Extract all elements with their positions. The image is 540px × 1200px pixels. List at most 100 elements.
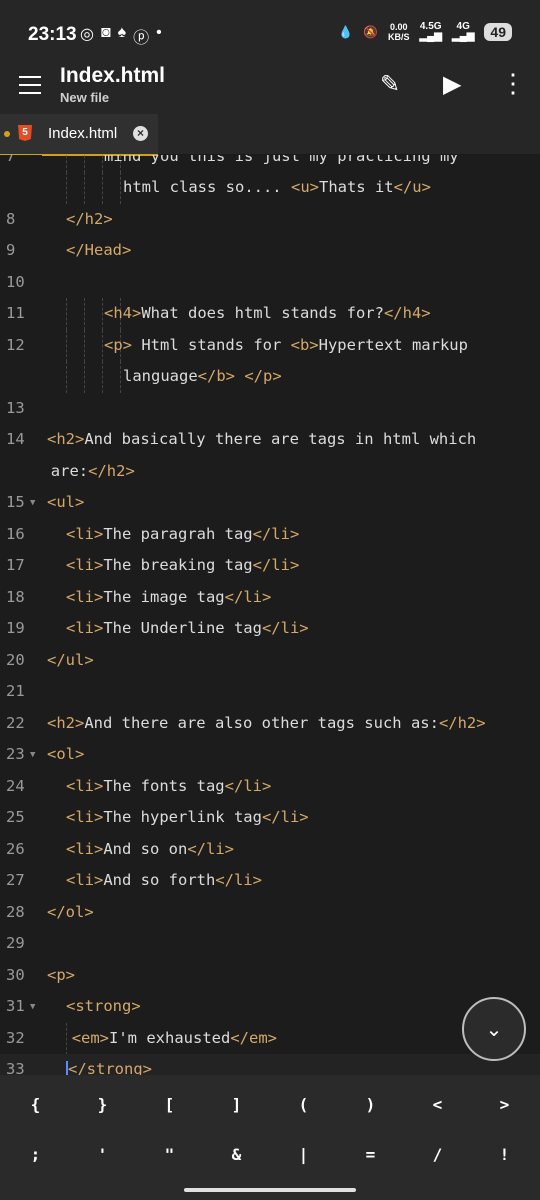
- code-text: are:</h2>: [50, 462, 135, 480]
- code-line[interactable]: 8 </h2>: [0, 204, 540, 236]
- code-line[interactable]: 27 <li>And so forth</li>: [0, 865, 540, 897]
- code-line[interactable]: 19 <li>The Underline tag</li>: [0, 613, 540, 645]
- symbol-key[interactable]: ;: [2, 1145, 69, 1164]
- line-number: 14: [6, 430, 25, 448]
- menu-icon[interactable]: [19, 76, 41, 100]
- code-line[interactable]: 14 <h2>And basically there are tags in ht…: [0, 424, 540, 456]
- line-number: 9: [6, 241, 16, 259]
- run-icon[interactable]: ▶: [443, 70, 461, 99]
- code-line[interactable]: 28 </ol>: [0, 897, 540, 929]
- fold-arrow-icon[interactable]: ▼: [30, 1002, 35, 1012]
- code-line[interactable]: 25 <li>The hyperlink tag</li>: [0, 802, 540, 834]
- line-number: 12: [6, 336, 25, 354]
- code-line[interactable]: 33 </strong>: [0, 1054, 540, 1075]
- tab-label: Index.html: [48, 125, 118, 142]
- line-number: 15: [6, 493, 25, 511]
- symbol-key[interactable]: <: [404, 1095, 471, 1114]
- file-subtitle: New file: [60, 90, 110, 105]
- home-indicator[interactable]: [184, 1188, 356, 1192]
- whatsapp-icon: ◎: [80, 26, 94, 43]
- symbol-key[interactable]: /: [404, 1145, 471, 1164]
- indent-guide: [66, 172, 68, 204]
- code-text: mind you this is just my practicing my: [104, 155, 459, 165]
- code-text: <li>And so forth</li>: [66, 871, 262, 889]
- code-line[interactable]: 23 ▼ <ol>: [0, 739, 540, 771]
- close-tab-icon[interactable]: ×: [133, 126, 148, 141]
- code-line[interactable]: 18 <li>The image tag</li>: [0, 582, 540, 614]
- code-text: <h2>And there are also other tags such a…: [47, 714, 486, 732]
- code-line[interactable]: language</b> </p>: [0, 361, 540, 393]
- symbol-key[interactable]: =: [337, 1145, 404, 1164]
- code-text: <li>The fonts tag</li>: [66, 777, 272, 795]
- code-text: <h4>What does html stands for?</h4>: [104, 304, 431, 322]
- mute-icon: 🔕: [363, 25, 378, 39]
- line-number: 13: [6, 399, 25, 417]
- code-line[interactable]: 11 <h4>What does html stands for?</h4>: [0, 298, 540, 330]
- indent-guide: [84, 361, 86, 393]
- line-number: 32: [6, 1029, 25, 1047]
- code-line[interactable]: 21: [0, 676, 540, 708]
- scroll-down-button[interactable]: ⌄: [462, 997, 526, 1061]
- tab-index-html[interactable]: 5 Index.html ×: [0, 114, 158, 156]
- code-line[interactable]: 9 </Head>: [0, 235, 540, 267]
- code-line[interactable]: 17 <li>The breaking tag</li>: [0, 550, 540, 582]
- code-text: <li>The paragrah tag</li>: [66, 525, 300, 543]
- line-number: 33: [6, 1060, 25, 1075]
- pinterest-icon: ⓟ: [133, 30, 150, 47]
- fold-arrow-icon[interactable]: ▼: [30, 498, 35, 508]
- code-line[interactable]: 22 <h2>And there are also other tags such…: [0, 708, 540, 740]
- symbol-key[interactable]: ': [69, 1145, 136, 1164]
- symbol-key[interactable]: &: [203, 1145, 270, 1164]
- code-text: language</b> </p>: [123, 367, 282, 385]
- symbol-key[interactable]: |: [270, 1145, 337, 1164]
- code-line[interactable]: are:</h2>: [0, 456, 540, 488]
- indent-guide: [84, 172, 86, 204]
- code-line[interactable]: 7 mind you this is just my practicing my: [0, 155, 540, 173]
- symbol-key[interactable]: ": [136, 1145, 203, 1164]
- dot-icon: •: [156, 24, 162, 41]
- line-number: 28: [6, 903, 25, 921]
- code-line[interactable]: 16 <li>The paragrah tag</li>: [0, 519, 540, 551]
- code-editor[interactable]: 7 mind you this is just my practicing my h…: [0, 155, 540, 1075]
- code-line[interactable]: 26 <li>And so on</li>: [0, 834, 540, 866]
- unsaved-dot-icon: [4, 131, 10, 137]
- line-number: 8: [6, 210, 16, 228]
- code-line[interactable]: 31 ▼ <strong>: [0, 991, 540, 1023]
- line-number: 26: [6, 840, 25, 858]
- snapchat-icon: ♠: [117, 24, 127, 41]
- code-line[interactable]: 24 <li>The fonts tag</li>: [0, 771, 540, 803]
- indent-guide: [120, 361, 122, 393]
- code-line[interactable]: html class so.... <u>Thats it</u>: [0, 172, 540, 204]
- code-line[interactable]: 29: [0, 928, 540, 960]
- symbol-key[interactable]: [: [136, 1095, 203, 1114]
- indent-guide: [120, 172, 122, 204]
- code-text: <li>The Underline tag</li>: [66, 619, 309, 637]
- code-line[interactable]: 30 <p>: [0, 960, 540, 992]
- code-text: <li>And so on</li>: [66, 840, 234, 858]
- code-line[interactable]: 10: [0, 267, 540, 299]
- symbol-key[interactable]: ): [337, 1095, 404, 1114]
- code-line[interactable]: 12 <p> Html stands for <b>Hypertext marku…: [0, 330, 540, 362]
- symbol-key[interactable]: >: [471, 1095, 538, 1114]
- code-text: <p>: [47, 966, 75, 984]
- code-line[interactable]: 13: [0, 393, 540, 425]
- symbol-key[interactable]: }: [69, 1095, 136, 1114]
- symbol-key[interactable]: !: [471, 1145, 538, 1164]
- status-right: 💧 🔕 0.00 KB/S 4.5G ▂▄▆ 4G ▂▄▆ 49: [338, 22, 512, 42]
- file-title: Index.html: [60, 64, 166, 87]
- code-line[interactable]: 15 ▼ <ul>: [0, 487, 540, 519]
- code-line[interactable]: 20 </ul>: [0, 645, 540, 677]
- edit-icon[interactable]: ✎: [380, 70, 400, 99]
- symbol-key[interactable]: ]: [203, 1095, 270, 1114]
- code-text: <li>The image tag</li>: [66, 588, 272, 606]
- indent-guide: [84, 330, 86, 362]
- more-icon[interactable]: ⋮: [500, 68, 526, 99]
- notification-icons: ◎ ◙ ♠ ⓟ •: [80, 24, 162, 48]
- symbol-key[interactable]: {: [2, 1095, 69, 1114]
- indent-guide: [84, 155, 86, 173]
- code-line[interactable]: 32 <em>I'm exhausted</em>: [0, 1023, 540, 1055]
- symbol-key[interactable]: (: [270, 1095, 337, 1114]
- fold-arrow-icon[interactable]: ▼: [30, 750, 35, 760]
- code-text: <ul>: [47, 493, 85, 511]
- line-number: 20: [6, 651, 25, 669]
